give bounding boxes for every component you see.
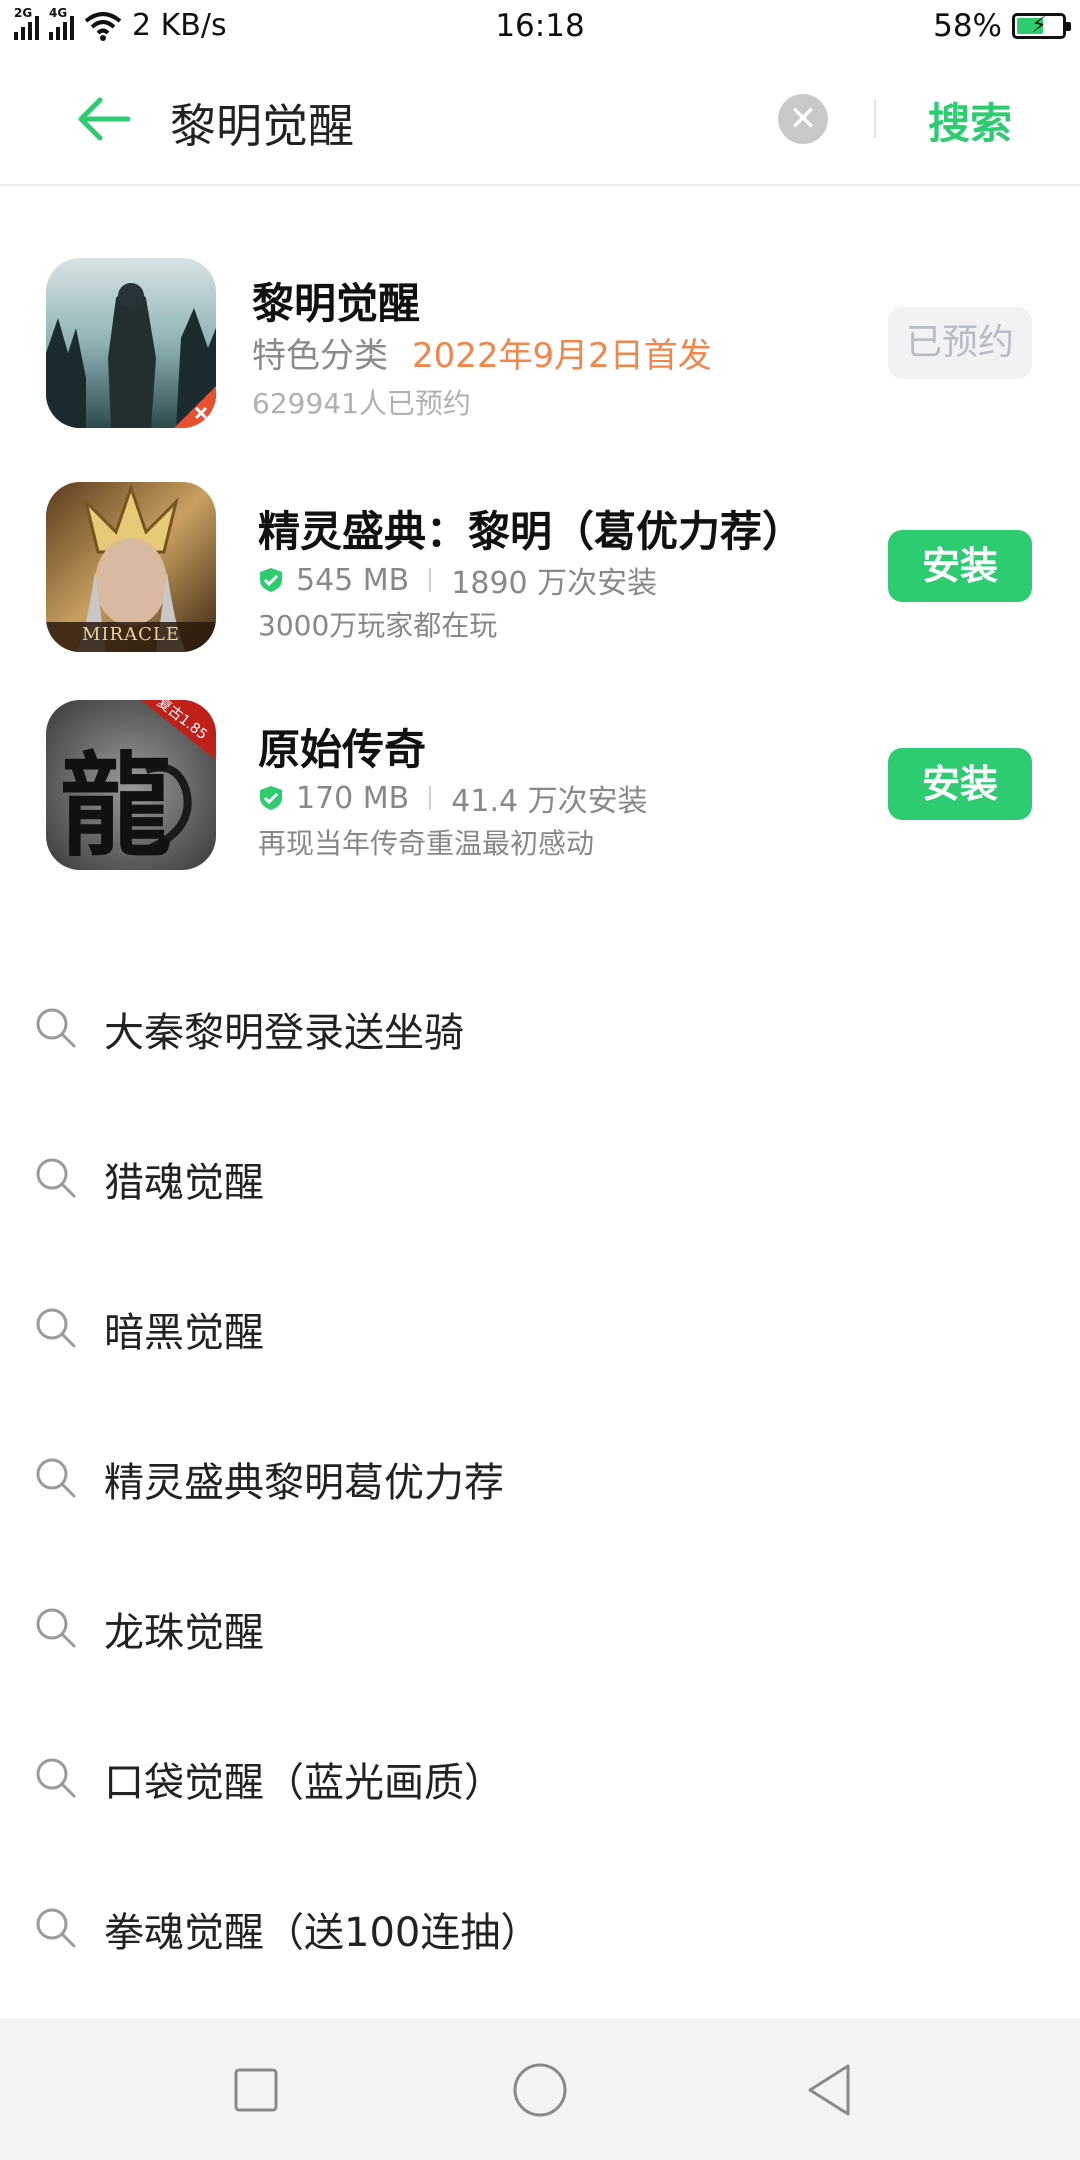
clear-search-icon[interactable]: ✕	[778, 94, 828, 144]
meta-divider	[429, 786, 432, 810]
suggestion-item[interactable]: 大秦黎明登录送坐骑	[0, 956, 1080, 1106]
recent-apps-icon[interactable]	[226, 2060, 286, 2120]
charging-bolt-icon: ⚡	[1031, 13, 1047, 38]
app-icon-jinglingshengdian: MIRACLE	[46, 482, 216, 652]
suggestion-item[interactable]: 口袋觉醒（蓝光画质）	[0, 1706, 1080, 1856]
home-icon[interactable]	[510, 2060, 570, 2120]
suggestion-text: 口袋觉醒（蓝光画质）	[104, 1760, 504, 1806]
app-item-jinglingshengdian[interactable]: MIRACLE 精灵盛典：黎明（葛优力荐） 545 MB 1890 万次安装 3…	[0, 462, 1080, 662]
suggestion-item[interactable]: 拳魂觉醒（送100连抽）	[0, 1856, 1080, 2006]
back-arrow-icon[interactable]	[76, 96, 132, 142]
app-meta: 170 MB 41.4 万次安装	[258, 776, 648, 820]
search-icon	[36, 1158, 76, 1198]
search-icon	[36, 1458, 76, 1498]
app-installs: 41.4 万次安装	[451, 784, 648, 819]
app-size: 170 MB	[296, 780, 410, 816]
app-size: 545 MB	[296, 562, 410, 598]
search-icon	[36, 1908, 76, 1948]
app-description: 3000万玩家都在玩	[258, 609, 498, 642]
app-item-yuanshichuanqi[interactable]: 龍 复古1.85 原始传奇 170 MB 41.4 万次安装 再现当年传奇重温最…	[0, 680, 1080, 880]
search-input[interactable]: 黎明觉醒	[170, 90, 354, 156]
app-category: 特色分类	[252, 336, 388, 376]
app-icon-wordmark: MIRACLE	[82, 624, 180, 645]
app-category-line: 特色分类 2022年9月2日首发	[252, 328, 712, 377]
suggestion-item[interactable]: 暗黑觉醒	[0, 1256, 1080, 1406]
reservation-count: 629941人已预约	[252, 387, 471, 420]
search-icon	[36, 1608, 76, 1648]
search-icon	[36, 1008, 76, 1048]
app-name: 原始传奇	[258, 725, 427, 774]
dragon-glyph: 龍	[60, 741, 172, 870]
verified-shield-icon	[260, 568, 282, 592]
status-bar: 2G 4G 2 KB/s 16:18 58% ⚡	[0, 0, 1080, 56]
verified-shield-icon	[260, 786, 282, 810]
suggestion-item[interactable]: 龙珠觉醒	[0, 1556, 1080, 1706]
search-icon	[36, 1308, 76, 1348]
suggestion-text: 猎魂觉醒	[104, 1160, 264, 1206]
search-header: 黎明觉醒 ✕ 搜索	[0, 56, 1080, 186]
status-right: 58% ⚡	[933, 8, 1071, 44]
navigation-bar	[0, 2018, 1080, 2160]
suggestion-item[interactable]: 猎魂觉醒	[0, 1106, 1080, 1256]
install-button[interactable]: 安装	[888, 530, 1032, 602]
suggestion-text: 拳魂觉醒（送100连抽）	[104, 1910, 541, 1956]
clock: 16:18	[495, 8, 585, 44]
app-meta: 545 MB 1890 万次安装	[258, 558, 657, 602]
app-installs: 1890 万次安装	[451, 566, 658, 601]
app-name: 精灵盛典：黎明（葛优力荐）	[258, 507, 805, 556]
app-icon-yuanshichuanqi: 龍 复古1.85	[46, 700, 216, 870]
suggestion-text: 精灵盛典黎明葛优力荐	[104, 1460, 504, 1506]
app-icon-limingjuexing	[46, 258, 216, 428]
reserved-button[interactable]: 已预约	[888, 307, 1032, 379]
app-item-reserve[interactable]: 黎明觉醒 特色分类 2022年9月2日首发 629941人已预约 已预约	[0, 240, 1080, 440]
battery-percent: 58%	[933, 8, 1002, 44]
release-date: 2022年9月2日首发	[412, 336, 712, 376]
search-button[interactable]: 搜索	[928, 90, 1012, 151]
search-icon	[36, 1758, 76, 1798]
suggestion-text: 龙珠觉醒	[104, 1610, 264, 1656]
meta-divider	[429, 568, 432, 592]
back-icon[interactable]	[800, 2060, 860, 2120]
suggestion-item[interactable]: 精灵盛典黎明葛优力荐	[0, 1406, 1080, 1556]
install-button[interactable]: 安装	[888, 748, 1032, 820]
app-description: 再现当年传奇重温最初感动	[258, 827, 595, 860]
battery-icon: ⚡	[1012, 13, 1071, 39]
header-divider	[874, 100, 876, 138]
suggestion-text: 暗黑觉醒	[104, 1310, 264, 1356]
app-name: 黎明觉醒	[252, 279, 421, 328]
suggestion-text: 大秦黎明登录送坐骑	[104, 1010, 464, 1056]
